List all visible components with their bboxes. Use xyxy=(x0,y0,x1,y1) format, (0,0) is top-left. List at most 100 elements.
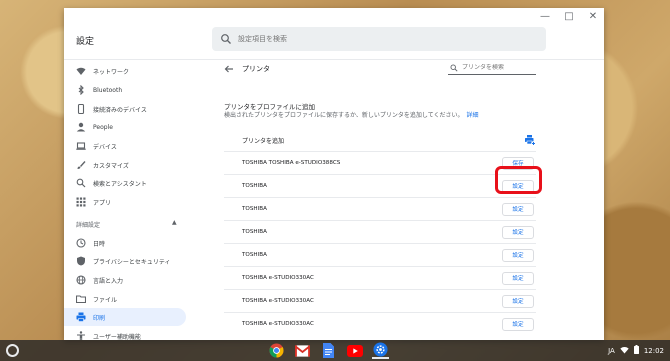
sidebar-item-languages[interactable]: 言語と入力 xyxy=(64,271,186,289)
sidebar-item-label: ファイル xyxy=(93,296,118,304)
accessibility-icon xyxy=(76,331,86,340)
settings-search[interactable] xyxy=(212,27,546,51)
globe-icon xyxy=(76,275,86,285)
learn-more-link[interactable]: 詳細 xyxy=(467,112,479,119)
profile-section-description: 検出されたプリンタをプロファイルに保存するか、新しいプリンタを追加してください。… xyxy=(224,110,479,119)
search-icon xyxy=(76,178,86,188)
add-printer-label: プリンタを追加 xyxy=(242,137,285,145)
laptop-icon xyxy=(76,141,86,151)
advanced-section-label[interactable]: 詳細設定 xyxy=(76,220,100,229)
printer-search[interactable] xyxy=(448,61,536,75)
pinned-apps xyxy=(268,342,389,359)
wifi-icon xyxy=(620,346,629,356)
sidebar-item-date-time[interactable]: 日時 xyxy=(64,234,186,252)
setup-printer-button[interactable]: 設定 xyxy=(502,271,534,285)
back-arrow-icon[interactable] xyxy=(224,64,234,74)
printer-name: TOSHIBA e-STUDIO330AC xyxy=(242,321,314,327)
add-printer-row[interactable]: プリンタを追加 xyxy=(224,133,536,147)
sidebar-item-label: デバイス xyxy=(93,143,117,151)
printer-row: TOSHIBA 設定 xyxy=(224,174,536,197)
sidebar-item-bluetooth[interactable]: Bluetooth xyxy=(64,81,186,99)
sidebar-item-device[interactable]: デバイス xyxy=(64,137,186,155)
window-controls: — □ ✕ xyxy=(540,11,598,22)
sidebar-item-label: 言語と入力 xyxy=(93,277,124,285)
sidebar-item-people[interactable]: People xyxy=(64,118,186,136)
chrome-icon[interactable] xyxy=(268,342,285,359)
status-tray[interactable]: JA 12:02 xyxy=(608,343,664,358)
printer-row: TOSHIBA e-STUDIO330AC 設定 xyxy=(224,266,536,289)
printer-name: TOSHIBA xyxy=(242,229,267,235)
sidebar-item-files[interactable]: ファイル xyxy=(64,290,186,308)
printer-name: TOSHIBA xyxy=(242,252,267,258)
printer-row: TOSHIBA 設定 xyxy=(224,243,536,266)
printer-row: TOSHIBA e-STUDIO330AC 設定 xyxy=(224,289,536,312)
sidebar-item-apps[interactable]: アプリ xyxy=(64,193,186,211)
shelf: JA 12:02 xyxy=(0,340,670,361)
setup-printer-button[interactable]: 設定 xyxy=(502,294,534,308)
printer-row: TOSHIBA TOSHIBA e-STUDIO388CS 保存 xyxy=(224,151,536,174)
printer-row: TOSHIBA e-STUDIO330AC 設定 xyxy=(224,312,536,335)
setup-printer-button[interactable]: 設定 xyxy=(502,317,534,331)
sidebar-item-printing[interactable]: 印刷 xyxy=(64,308,186,326)
page-header: プリンタ xyxy=(224,64,270,74)
sidebar-item-label: アプリ xyxy=(93,199,112,207)
wifi-icon xyxy=(76,66,86,76)
sidebar-item-label: ユーザー補助機能 xyxy=(93,333,141,341)
ime-indicator[interactable]: JA xyxy=(608,347,615,355)
setup-printer-button[interactable]: 設定 xyxy=(502,225,534,239)
page-title: プリンタ xyxy=(242,65,270,73)
sidebar-item-personalization[interactable]: カスタマイズ xyxy=(64,156,186,174)
setup-printer-button[interactable]: 設定 xyxy=(502,248,534,262)
clock-icon xyxy=(76,238,86,248)
maximize-icon[interactable]: □ xyxy=(564,11,574,22)
profile-description-text: 検出されたプリンタをプロファイルに保存するか、新しいプリンタを追加してください。 xyxy=(224,112,464,119)
youtube-icon[interactable] xyxy=(346,342,363,359)
setup-printer-button[interactable]: 設定 xyxy=(502,202,534,216)
printer-name: TOSHIBA e-STUDIO330AC xyxy=(242,275,314,281)
folder-icon xyxy=(76,294,86,304)
search-icon xyxy=(221,34,231,44)
sidebar-item-label: People xyxy=(93,123,113,131)
sidebar-item-label: 検索とアシスタント xyxy=(93,180,147,188)
launcher-icon[interactable] xyxy=(6,344,19,357)
printer-row: TOSHIBA 設定 xyxy=(224,197,536,220)
highlight-annotation xyxy=(495,166,542,194)
app-title: 設定 xyxy=(76,36,95,47)
printer-name: TOSHIBA e-STUDIO330AC xyxy=(242,298,314,304)
sidebar-item-label: 日時 xyxy=(93,240,106,248)
sidebar-item-label: ネットワーク xyxy=(93,68,130,76)
sidebar-item-connected-devices[interactable]: 接続済みのデバイス xyxy=(64,100,186,118)
chevron-up-icon[interactable]: ▲ xyxy=(172,219,177,226)
printer-icon xyxy=(76,312,86,322)
settings-search-input[interactable] xyxy=(238,35,518,43)
close-icon[interactable]: ✕ xyxy=(588,11,598,22)
sidebar-item-label: プライバシーとセキュリティ xyxy=(93,258,171,266)
printer-name: TOSHIBA xyxy=(242,183,267,189)
phone-icon xyxy=(76,104,86,114)
brush-icon xyxy=(76,160,86,170)
shield-icon xyxy=(76,256,86,266)
person-icon xyxy=(76,122,86,132)
printer-search-input[interactable] xyxy=(462,64,534,71)
sidebar-item-privacy[interactable]: プライバシーとセキュリティ xyxy=(64,252,186,270)
sidebar-item-accessibility[interactable]: ユーザー補助機能 xyxy=(64,327,186,340)
sidebar-item-search-assistant[interactable]: 検索とアシスタント xyxy=(64,174,186,192)
clock-time: 12:02 xyxy=(643,346,664,355)
printer-name: TOSHIBA TOSHIBA e-STUDIO388CS xyxy=(242,160,341,166)
apps-grid-icon xyxy=(76,197,86,207)
settings-app-icon[interactable] xyxy=(372,342,389,359)
printer-row: TOSHIBA 設定 xyxy=(224,220,536,243)
sidebar-item-label: Bluetooth xyxy=(93,86,123,94)
add-printer-icon[interactable] xyxy=(524,134,536,146)
gmail-icon[interactable] xyxy=(294,342,311,359)
search-icon xyxy=(450,64,458,72)
docs-icon[interactable] xyxy=(320,342,337,359)
printer-name: TOSHIBA xyxy=(242,206,267,212)
minimize-icon[interactable]: — xyxy=(540,11,550,22)
sidebar-item-network[interactable]: ネットワーク xyxy=(64,62,186,80)
sidebar-item-label: カスタマイズ xyxy=(93,162,129,170)
battery-icon xyxy=(633,345,639,356)
sidebar-item-label: 印刷 xyxy=(93,314,106,322)
bluetooth-icon xyxy=(76,85,86,95)
sidebar-item-label: 接続済みのデバイス xyxy=(93,106,147,114)
